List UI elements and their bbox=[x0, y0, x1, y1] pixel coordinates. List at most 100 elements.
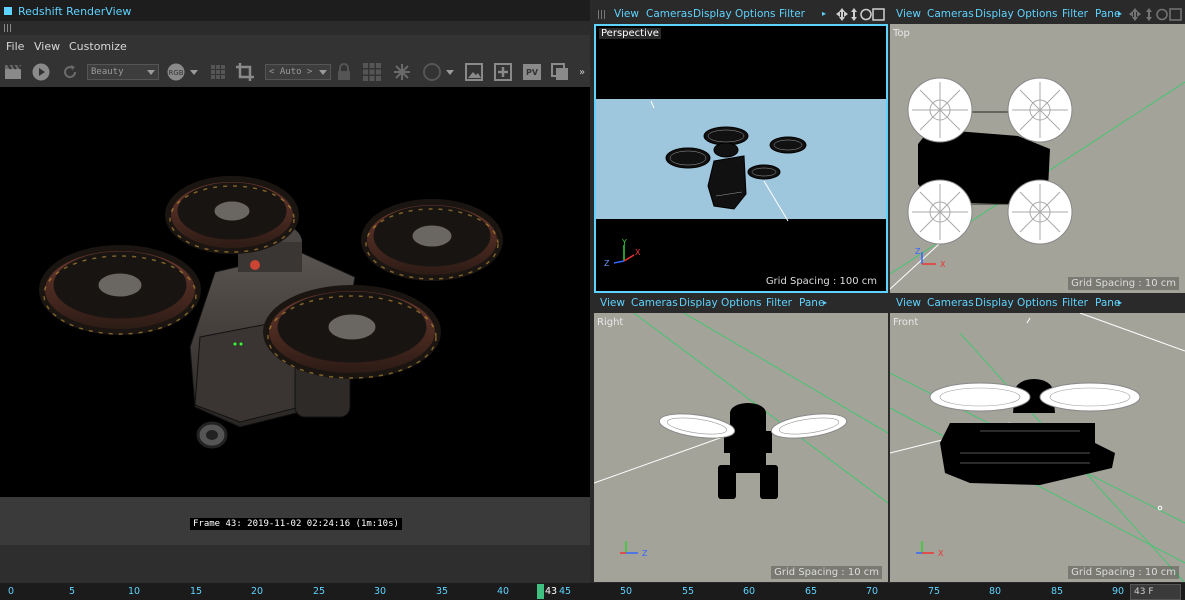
vp-menu-view[interactable]: View bbox=[896, 297, 921, 309]
menu-overflow-icon[interactable]: ▸ bbox=[1118, 298, 1122, 307]
vp-menu-panel[interactable]: Pane bbox=[799, 297, 824, 309]
viewport-right[interactable]: View Cameras Display Options Filter Pane… bbox=[594, 294, 888, 582]
svg-text:Z: Z bbox=[915, 247, 921, 256]
grid-toggle-icon[interactable] bbox=[208, 62, 228, 82]
vp-menu-panel[interactable]: Pane bbox=[1095, 8, 1120, 20]
perspective-canvas[interactable]: Perspective Y X Z Grid Spacing : 100 cm bbox=[594, 24, 888, 293]
image-snapshot-icon[interactable] bbox=[464, 62, 484, 82]
refresh-icon[interactable] bbox=[60, 62, 80, 82]
vp-menu-view[interactable]: View bbox=[896, 8, 921, 20]
copy-icon[interactable] bbox=[550, 62, 570, 82]
timeline-tick: 30 bbox=[374, 586, 387, 597]
viewport-perspective[interactable]: View Cameras Display Options Filter ▸ Pe… bbox=[594, 5, 888, 293]
grid-spacing-label: Grid Spacing : 100 cm bbox=[762, 275, 880, 288]
timeline-ruler[interactable]: 0 5 10 15 20 25 30 35 40 43 45 50 55 60 … bbox=[0, 583, 1185, 600]
aov-select[interactable]: Beauty bbox=[87, 64, 159, 80]
grid-spacing-label: Grid Spacing : 10 cm bbox=[1068, 566, 1179, 579]
panel-grip[interactable] bbox=[0, 21, 590, 35]
viewport-menubar: View Cameras Display Options Filter Pane… bbox=[890, 5, 1185, 24]
circle-mode-icon[interactable] bbox=[422, 62, 442, 82]
svg-text:Z: Z bbox=[604, 259, 610, 268]
vp-menu-options[interactable]: Options bbox=[1017, 8, 1058, 20]
play-render-button[interactable] bbox=[31, 62, 51, 82]
viewport-top[interactable]: View Cameras Display Options Filter Pane… bbox=[890, 5, 1185, 293]
timeline-tick: 20 bbox=[251, 586, 264, 597]
vp-menu-options[interactable]: Options bbox=[721, 297, 762, 309]
current-frame-field[interactable]: 43 F bbox=[1130, 584, 1181, 600]
viewport-label: Front bbox=[893, 317, 919, 328]
timeline-tick: 55 bbox=[682, 586, 695, 597]
renderview-status-area: Frame 43: 2019-11-02 02:24:16 (1m:10s) bbox=[0, 497, 590, 545]
axis-gizmo: X bbox=[916, 541, 944, 558]
render-canvas[interactable] bbox=[0, 87, 590, 497]
axis-gizmo: Z bbox=[620, 541, 648, 558]
grip-icon[interactable] bbox=[598, 10, 607, 19]
navigation-icons[interactable] bbox=[836, 8, 886, 21]
toolbar-overflow-icon[interactable]: » bbox=[576, 62, 588, 82]
render-stamp: Frame 43: 2019-11-02 02:24:16 (1m:10s) bbox=[190, 518, 402, 530]
vp-menu-filter[interactable]: Filter bbox=[1062, 297, 1088, 309]
menu-customize[interactable]: Customize bbox=[69, 40, 127, 53]
vp-menu-filter[interactable]: Filter bbox=[1062, 8, 1088, 20]
vp-menu-view[interactable]: View bbox=[600, 297, 625, 309]
clapperboard-icon[interactable] bbox=[3, 62, 23, 82]
timeline-tick: 70 bbox=[866, 586, 879, 597]
viewport-label: Perspective bbox=[599, 28, 661, 39]
rendered-drone-image bbox=[39, 176, 503, 449]
front-canvas[interactable]: Front X Grid Spacing : 10 cm bbox=[890, 313, 1185, 582]
menu-file[interactable]: File bbox=[6, 40, 24, 53]
crop-icon[interactable] bbox=[235, 62, 255, 82]
viewport-front[interactable]: View Cameras Display Options Filter Pane… bbox=[890, 294, 1185, 582]
menu-overflow-icon[interactable]: ▸ bbox=[822, 9, 826, 18]
rgb-dropdown-arrow[interactable] bbox=[188, 62, 200, 82]
menu-view[interactable]: View bbox=[34, 40, 60, 53]
rgb-channel-button[interactable]: RGB bbox=[166, 62, 186, 82]
add-snapshot-icon[interactable] bbox=[493, 62, 513, 82]
vp-menu-display[interactable]: Display bbox=[679, 297, 718, 309]
vp-menu-cameras[interactable]: Cameras bbox=[631, 297, 678, 309]
vp-menu-display[interactable]: Display bbox=[693, 8, 732, 20]
vp-menu-cameras[interactable]: Cameras bbox=[646, 8, 693, 20]
timeline-tick: 65 bbox=[805, 586, 818, 597]
svg-text:RGB: RGB bbox=[168, 69, 183, 77]
vp-menu-display[interactable]: Display bbox=[975, 8, 1014, 20]
timeline-tick: 80 bbox=[989, 586, 1002, 597]
vp-menu-options[interactable]: Options bbox=[735, 8, 776, 20]
vp-menu-cameras[interactable]: Cameras bbox=[927, 8, 974, 20]
vp-menu-filter[interactable]: Filter bbox=[766, 297, 792, 309]
vp-menu-filter[interactable]: Filter bbox=[779, 8, 805, 20]
lock-icon[interactable] bbox=[334, 62, 354, 82]
svg-text:Y: Y bbox=[621, 239, 627, 247]
grid-spacing-label: Grid Spacing : 10 cm bbox=[771, 566, 882, 579]
pv-icon[interactable]: PV bbox=[522, 62, 542, 82]
viewport-menubar: View Cameras Display Options Filter ▸ bbox=[594, 5, 888, 24]
viewport-label: Top bbox=[893, 28, 910, 39]
playhead[interactable] bbox=[537, 584, 544, 599]
vp-menu-panel[interactable]: Pane bbox=[1095, 297, 1120, 309]
renderview-lower-panel bbox=[0, 545, 590, 583]
navigation-icons[interactable] bbox=[1129, 8, 1183, 21]
svg-text:Z: Z bbox=[642, 549, 648, 558]
svg-text:PV: PV bbox=[526, 68, 539, 77]
top-canvas[interactable]: Top X Z Grid Spacing : 10 cm bbox=[890, 24, 1185, 293]
timeline-tick: 0 bbox=[8, 586, 15, 597]
circle-dropdown-arrow[interactable] bbox=[444, 62, 456, 82]
vp-menu-view[interactable]: View bbox=[614, 8, 639, 20]
timeline-tick: 5 bbox=[69, 586, 76, 597]
snowflake-icon[interactable] bbox=[392, 62, 412, 82]
menu-overflow-icon[interactable]: ▸ bbox=[1118, 9, 1122, 18]
vp-menu-options[interactable]: Options bbox=[1017, 297, 1058, 309]
vp-menu-display[interactable]: Display bbox=[975, 297, 1014, 309]
right-canvas[interactable]: Right Z Grid Spacing : 10 cm bbox=[594, 313, 888, 582]
grip-icon bbox=[4, 24, 12, 32]
timeline-tick: 75 bbox=[928, 586, 941, 597]
zoom-select[interactable]: < Auto > bbox=[265, 64, 331, 80]
current-frame-label: 43 bbox=[545, 586, 558, 597]
timeline-tick: 15 bbox=[190, 586, 203, 597]
menu-overflow-icon[interactable]: ▸ bbox=[823, 298, 827, 307]
timeline-tick: 50 bbox=[620, 586, 633, 597]
vp-menu-cameras[interactable]: Cameras bbox=[927, 297, 974, 309]
timeline-tick: 45 bbox=[559, 586, 572, 597]
sample-grid-icon[interactable] bbox=[362, 62, 382, 82]
timeline-tick: 85 bbox=[1051, 586, 1064, 597]
